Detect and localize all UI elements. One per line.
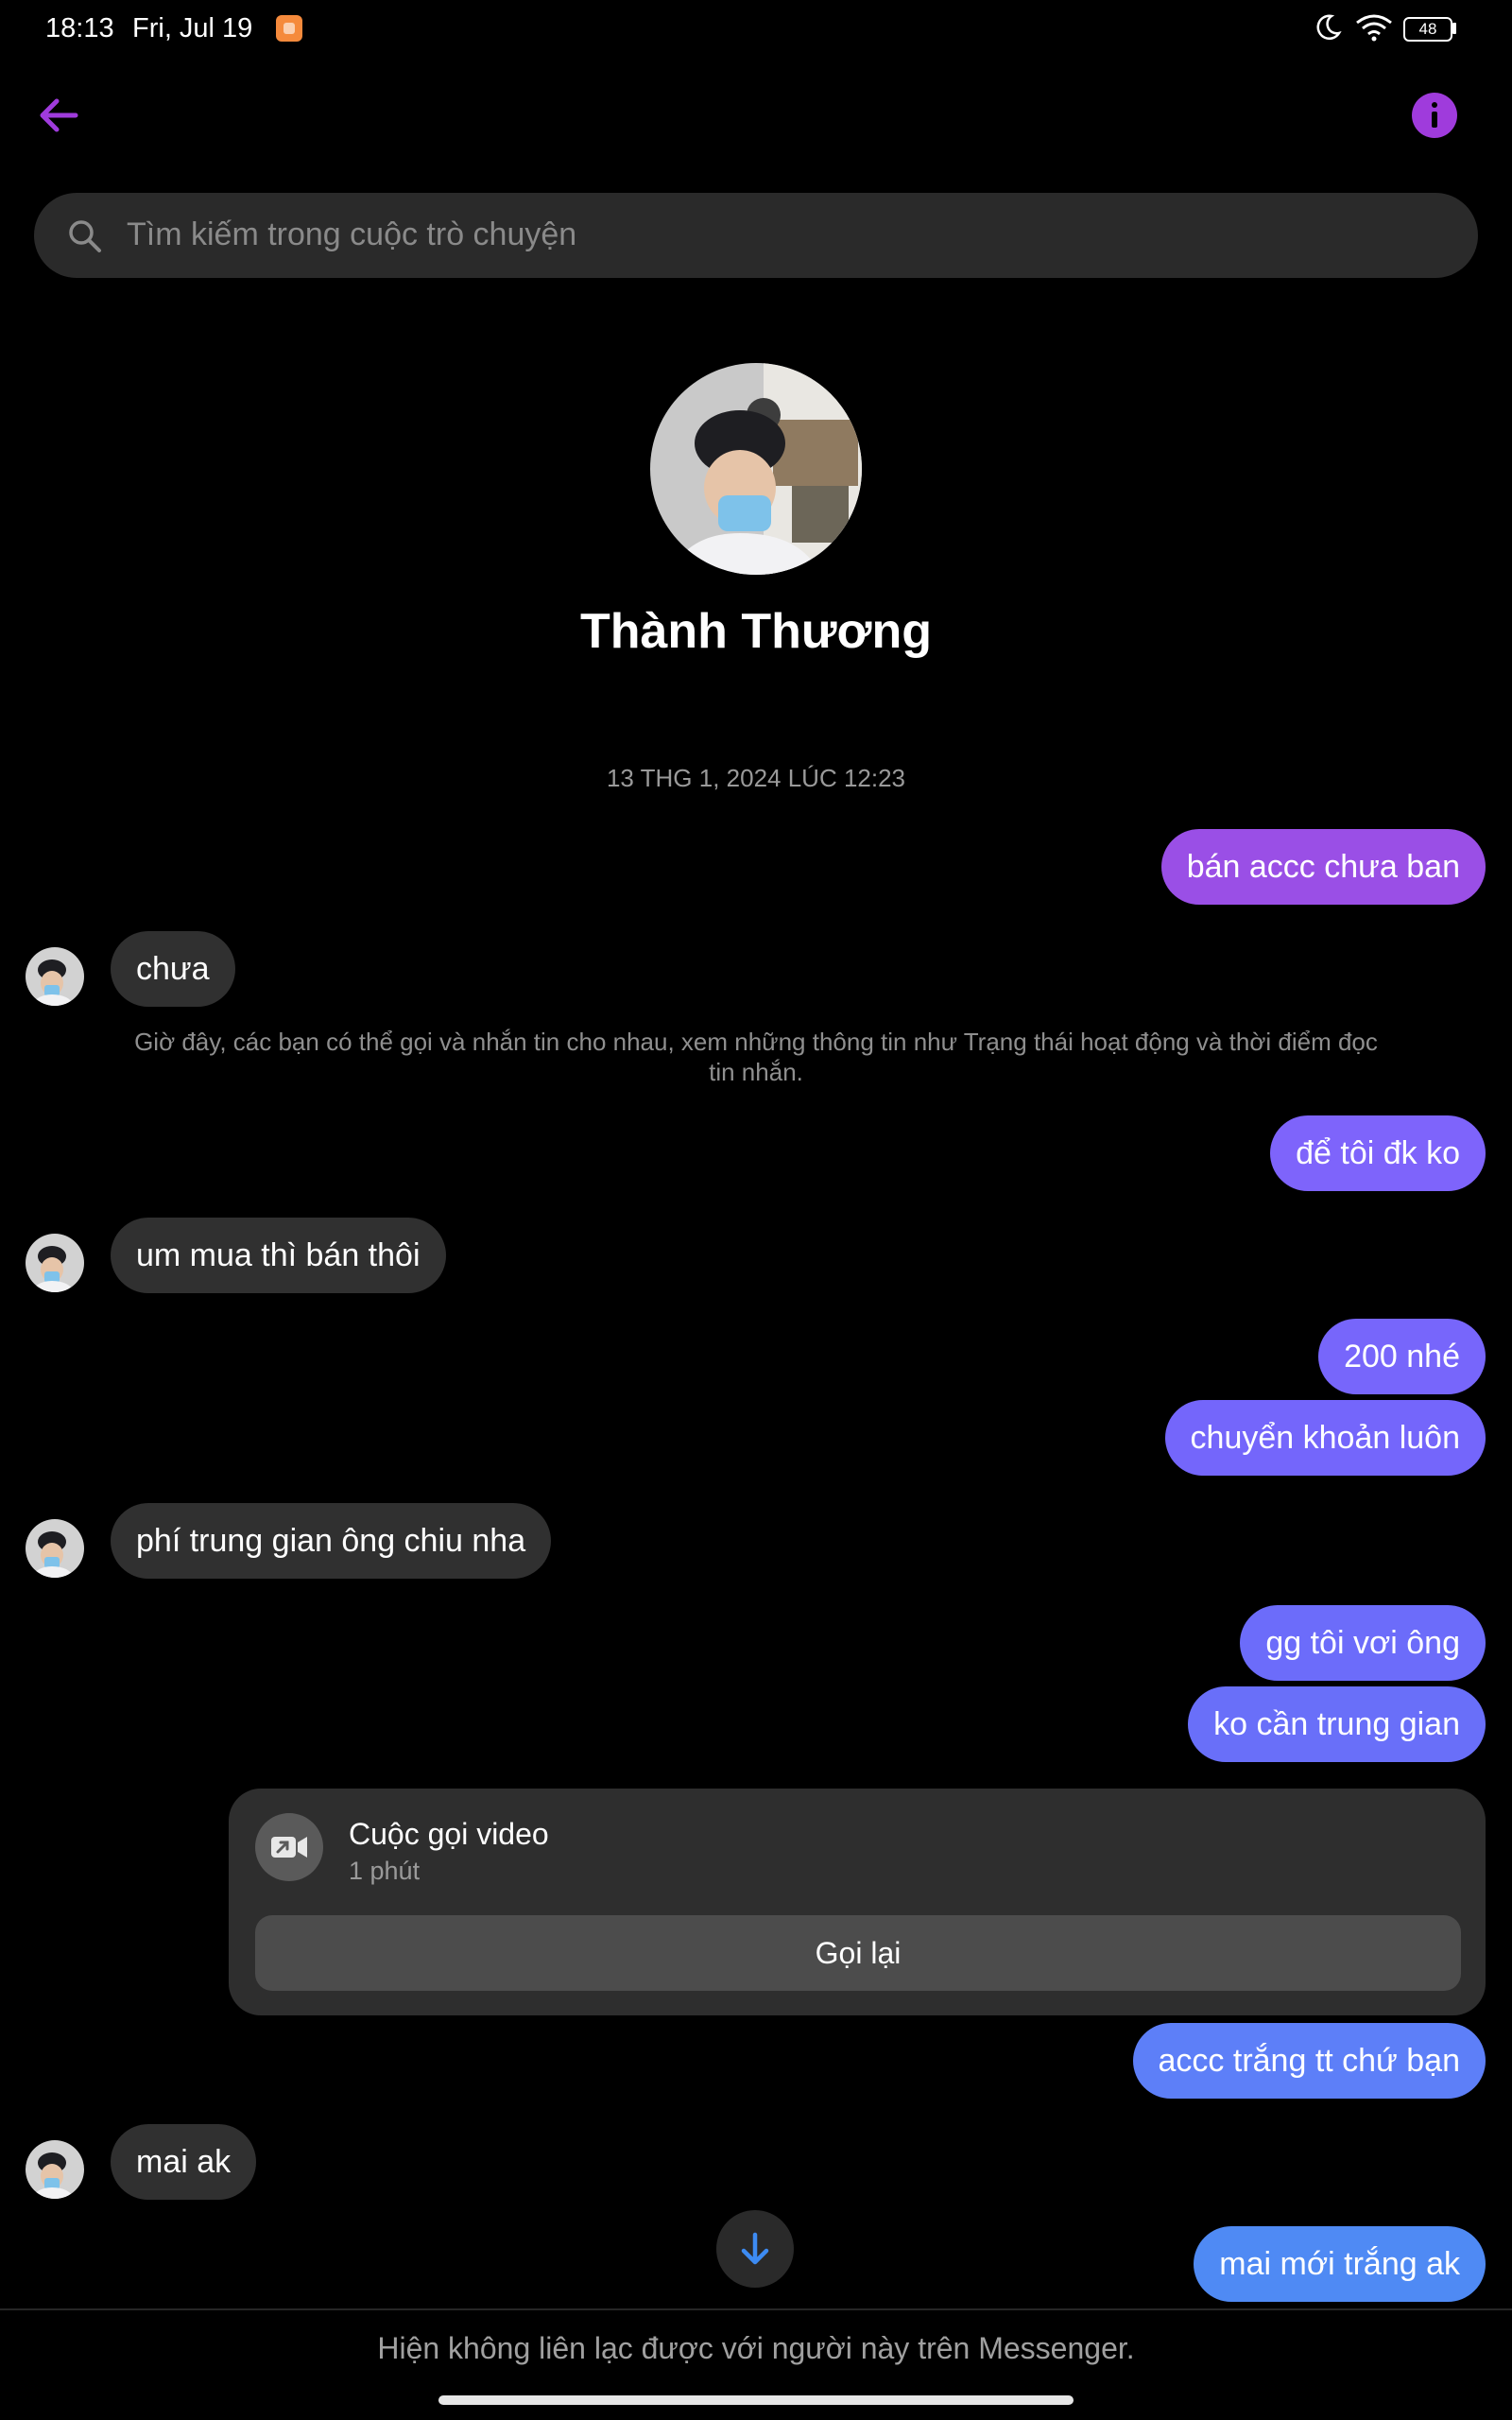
status-date: Fri, Jul 19 <box>132 13 253 43</box>
info-icon[interactable] <box>1412 93 1457 138</box>
moon-icon <box>1316 14 1342 40</box>
battery-icon: 48 <box>1403 17 1452 42</box>
status-time: 18:13 <box>45 13 114 43</box>
profile-avatar[interactable] <box>650 363 862 575</box>
footer-divider <box>0 2308 1512 2310</box>
avatar[interactable] <box>26 1519 84 1578</box>
message-bubble-incoming[interactable]: phí trung gian ông chiu nha <box>111 1503 552 1579</box>
message-bubble-incoming[interactable]: um mua thì bán thôi <box>111 1218 446 1293</box>
message-bubble-outgoing[interactable]: bán accc chưa ban <box>1160 829 1486 905</box>
app-notification-icon <box>276 15 302 42</box>
message-bubble-outgoing[interactable]: ko cần trung gian <box>1188 1686 1486 1762</box>
call-title: Cuộc gọi video <box>349 1817 549 1851</box>
unavailable-notice: Hiện không liên lạc được với người này t… <box>377 2331 1135 2365</box>
avatar[interactable] <box>26 947 84 1006</box>
avatar[interactable] <box>26 1234 84 1292</box>
home-indicator[interactable] <box>438 2395 1074 2405</box>
conversation-timestamp: 13 THG 1, 2024 LÚC 12:23 <box>606 764 906 792</box>
back-arrow-icon[interactable] <box>34 91 83 140</box>
search-input[interactable] <box>127 210 1431 259</box>
search-icon <box>69 220 101 252</box>
video-call-icon <box>255 1813 323 1881</box>
message-bubble-outgoing[interactable]: mai mới trắng ak <box>1194 2226 1486 2302</box>
message-bubble-outgoing[interactable]: để tôi đk ko <box>1270 1115 1486 1191</box>
message-bubble-outgoing[interactable]: gg tôi vơi ông <box>1240 1605 1486 1681</box>
wifi-icon <box>1356 14 1392 42</box>
system-note: Giờ đây, các bạn có thể gọi và nhắn tin … <box>134 1028 1378 1086</box>
message-bubble-outgoing[interactable]: 200 nhé <box>1318 1319 1486 1394</box>
scroll-to-bottom-button[interactable] <box>716 2210 794 2288</box>
call-back-button[interactable]: Gọi lại <box>255 1915 1461 1991</box>
message-bubble-outgoing[interactable]: chuyển khoản luôn <box>1164 1400 1486 1476</box>
message-bubble-incoming[interactable]: mai ak <box>111 2124 257 2200</box>
message-bubble-incoming[interactable]: chưa <box>111 931 235 1007</box>
profile-name: Thành Thương <box>579 604 933 659</box>
arrow-down-icon <box>741 2232 769 2265</box>
call-duration: 1 phút <box>349 1857 421 1885</box>
avatar[interactable] <box>26 2140 84 2199</box>
message-bubble-outgoing[interactable]: accc trắng tt chứ bạn <box>1132 2023 1486 2099</box>
battery-tip <box>1452 23 1456 34</box>
